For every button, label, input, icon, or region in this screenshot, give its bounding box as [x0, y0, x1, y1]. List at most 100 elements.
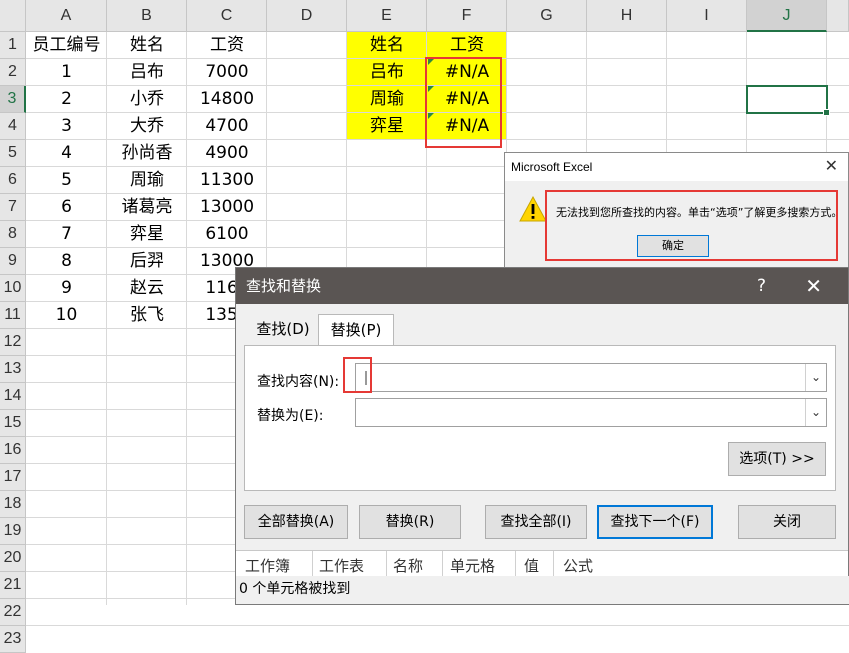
tab-find[interactable]: 查找(D) [248, 314, 318, 344]
column-header-a[interactable]: A [26, 0, 107, 32]
row-header-14[interactable]: 14 [0, 383, 26, 410]
row-header-5[interactable]: 5 [0, 140, 26, 167]
row-header-15[interactable]: 15 [0, 410, 26, 437]
table-cell[interactable]: 10 [26, 302, 107, 329]
row-header-22[interactable]: 22 [0, 599, 26, 626]
column-header-f[interactable]: F [427, 0, 507, 32]
help-icon[interactable]: ? [757, 268, 766, 304]
chevron-down-icon[interactable]: ⌄ [805, 364, 826, 391]
table-cell[interactable]: 6 [26, 194, 107, 221]
row-header-16[interactable]: 16 [0, 437, 26, 464]
table-cell[interactable]: 周瑜 [107, 167, 187, 194]
table-header-cell[interactable]: 员工编号 [26, 32, 107, 59]
column-header-e[interactable]: E [347, 0, 427, 32]
table-cell[interactable]: 吕布 [107, 59, 187, 86]
replace-with-input[interactable]: ⌄ [355, 398, 827, 427]
replace-with-label: 替换为(E): [257, 408, 324, 424]
lookup-header-cell[interactable]: 工资 [427, 32, 507, 59]
find-what-input[interactable]: ⌄ [355, 363, 827, 392]
results-list: 工作簿 工作表 名称 单元格 值 公式 [236, 550, 848, 577]
selected-cell[interactable] [746, 85, 830, 116]
column-header-b[interactable]: B [107, 0, 187, 32]
row-header-20[interactable]: 20 [0, 545, 26, 572]
column-header-g[interactable]: G [507, 0, 587, 32]
table-cell[interactable]: 1 [26, 59, 107, 86]
column-header-c[interactable]: C [187, 0, 267, 32]
row-header-6[interactable]: 6 [0, 167, 26, 194]
row-header-2[interactable]: 2 [0, 59, 26, 86]
table-cell[interactable]: 张飞 [107, 302, 187, 329]
table-cell[interactable]: 4700 [187, 113, 267, 140]
find-next-button[interactable]: 查找下一个(F) [597, 505, 713, 539]
row-header-1[interactable]: 1 [0, 32, 26, 59]
lookup-cell[interactable]: 周瑜 [347, 86, 427, 113]
close-button[interactable]: 关闭 [738, 505, 836, 539]
table-cell[interactable]: 14800 [187, 86, 267, 113]
table-cell[interactable]: 3 [26, 113, 107, 140]
table-cell[interactable]: 13000 [187, 194, 267, 221]
row-header-10[interactable]: 10 [0, 275, 26, 302]
result-col-formula[interactable]: 公式 [563, 555, 593, 576]
row-header-12[interactable]: 12 [0, 329, 26, 356]
result-col-workbook[interactable]: 工作簿 [245, 555, 290, 576]
table-cell[interactable]: 后羿 [107, 248, 187, 275]
table-cell[interactable]: 7000 [187, 59, 267, 86]
result-col-sheet[interactable]: 工作表 [319, 555, 364, 576]
row-header-9[interactable]: 9 [0, 248, 26, 275]
table-cell[interactable]: 孙尚香 [107, 140, 187, 167]
lookup-cell[interactable]: 弈星 [347, 113, 427, 140]
row-header-23[interactable]: 23 [0, 626, 26, 653]
fill-handle[interactable] [823, 109, 830, 116]
chevron-down-icon[interactable]: ⌄ [805, 399, 826, 426]
grid-line [26, 625, 849, 626]
table-cell[interactable]: 7 [26, 221, 107, 248]
table-cell[interactable]: 6100 [187, 221, 267, 248]
table-cell[interactable]: 4 [26, 140, 107, 167]
table-cell[interactable]: 8 [26, 248, 107, 275]
table-header-cell[interactable]: 工资 [187, 32, 267, 59]
options-button[interactable]: 选项(T) >> [728, 442, 826, 476]
replace-panel: 查找内容(N): ⌄ 替换为(E): ⌄ 选项(T) >> [244, 345, 836, 491]
row-header-4[interactable]: 4 [0, 113, 26, 140]
table-cell[interactable]: 2 [26, 86, 107, 113]
row-header-11[interactable]: 11 [0, 302, 26, 329]
row-header-8[interactable]: 8 [0, 221, 26, 248]
table-cell[interactable]: 诸葛亮 [107, 194, 187, 221]
result-col-name[interactable]: 名称 [393, 555, 423, 576]
column-header-extra[interactable] [827, 0, 849, 32]
row-header-17[interactable]: 17 [0, 464, 26, 491]
table-cell[interactable]: 弈星 [107, 221, 187, 248]
result-col-cell[interactable]: 单元格 [450, 555, 495, 576]
row-header-7[interactable]: 7 [0, 194, 26, 221]
lookup-header-cell[interactable]: 姓名 [347, 32, 427, 59]
row-header-13[interactable]: 13 [0, 356, 26, 383]
column-header-d[interactable]: D [267, 0, 347, 32]
result-col-value[interactable]: 值 [524, 555, 539, 576]
tab-replace[interactable]: 替换(P) [318, 314, 394, 346]
table-cell[interactable]: 9 [26, 275, 107, 302]
row-header-21[interactable]: 21 [0, 572, 26, 599]
row-header-18[interactable]: 18 [0, 491, 26, 518]
table-cell[interactable]: 赵云 [107, 275, 187, 302]
table-cell[interactable]: 11300 [187, 167, 267, 194]
find-replace-dialog: 查找和替换 ? ✕ 查找(D) 替换(P) 查找内容(N): ⌄ 替换为(E):… [235, 267, 849, 605]
table-cell[interactable]: 大乔 [107, 113, 187, 140]
find-all-button[interactable]: 查找全部(I) [485, 505, 587, 539]
table-cell[interactable]: 4900 [187, 140, 267, 167]
row-header-3[interactable]: 3 [0, 86, 26, 113]
annotation-box [425, 57, 502, 148]
table-cell[interactable]: 小乔 [107, 86, 187, 113]
table-cell[interactable]: 5 [26, 167, 107, 194]
lookup-cell[interactable]: 吕布 [347, 59, 427, 86]
column-header-i[interactable]: I [667, 0, 747, 32]
select-all-corner[interactable] [0, 0, 26, 32]
dialog-title: 查找和替换 [246, 277, 322, 295]
table-header-cell[interactable]: 姓名 [107, 32, 187, 59]
column-header-h[interactable]: H [587, 0, 667, 32]
row-header-19[interactable]: 19 [0, 518, 26, 545]
close-icon[interactable]: ✕ [805, 268, 822, 304]
close-icon[interactable]: ✕ [825, 153, 838, 181]
replace-button[interactable]: 替换(R) [359, 505, 461, 539]
replace-all-button[interactable]: 全部替换(A) [244, 505, 348, 539]
column-header-j[interactable]: J [747, 0, 827, 32]
